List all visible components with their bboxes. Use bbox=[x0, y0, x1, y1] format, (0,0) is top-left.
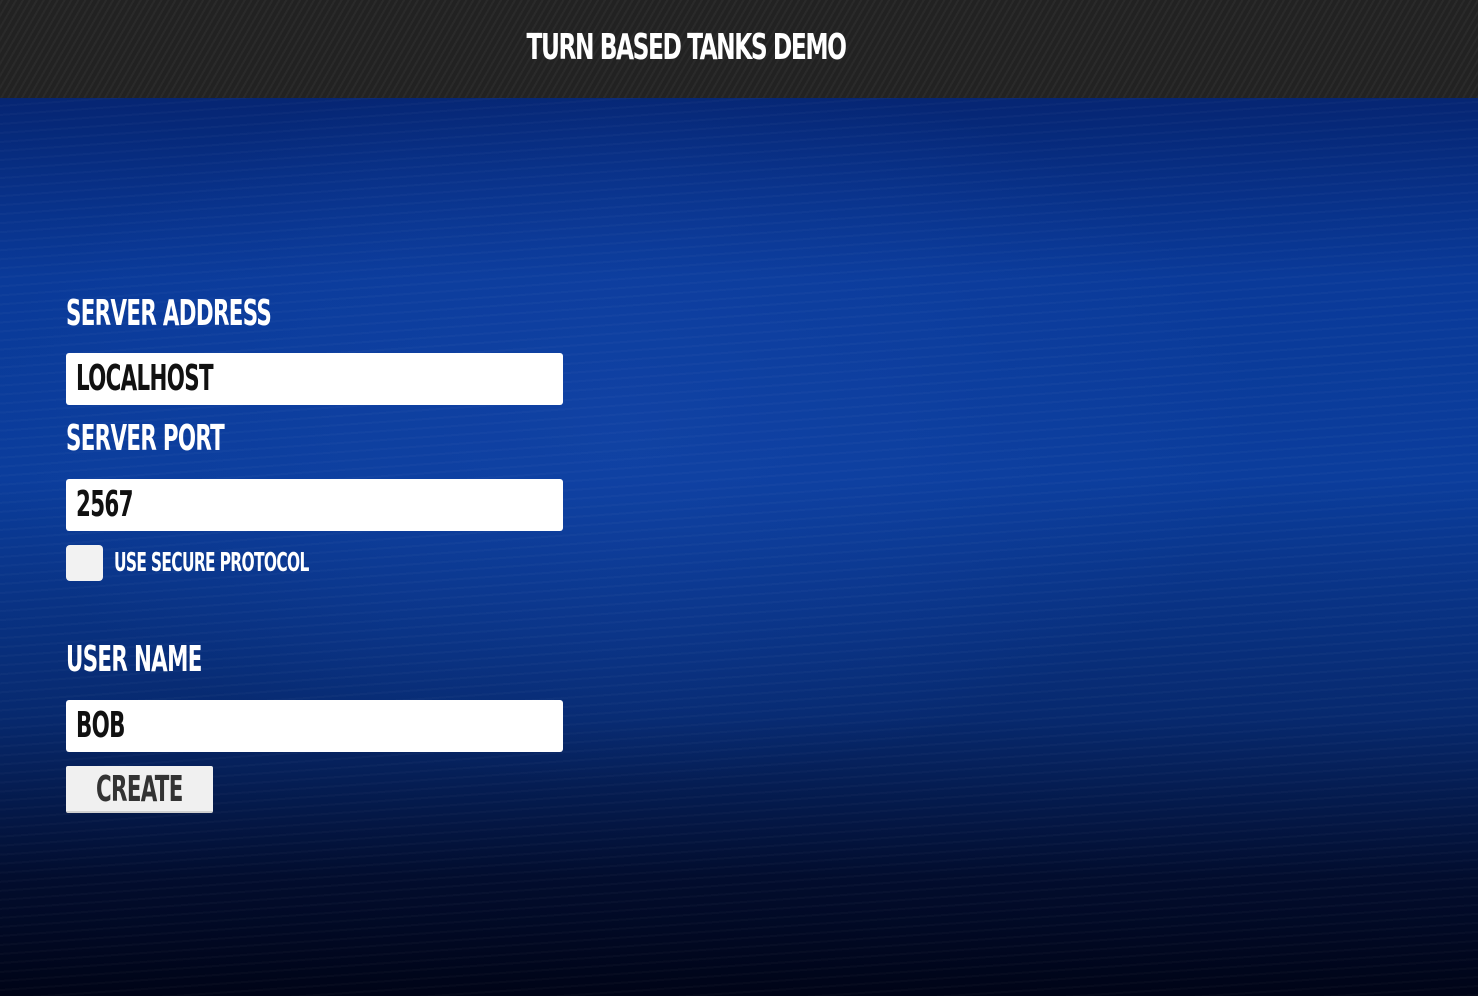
server-port-label: SERVER PORT bbox=[66, 418, 225, 459]
server-address-label: SERVER ADDRESS bbox=[66, 293, 272, 334]
user-name-input[interactable]: BOB bbox=[66, 700, 563, 752]
secure-protocol-checkbox[interactable] bbox=[66, 545, 103, 581]
create-button[interactable]: CREATE bbox=[66, 766, 213, 813]
server-address-input[interactable]: LOCALHOST bbox=[66, 353, 563, 405]
secure-protocol-label[interactable]: USE SECURE PROTOCOL bbox=[114, 548, 309, 578]
create-button-label: CREATE bbox=[95, 769, 183, 810]
lobby-screen: TURN BASED TANKS DEMO SERVER ADDRESS LOC… bbox=[0, 0, 1478, 996]
server-port-value: 2567 bbox=[76, 484, 134, 525]
user-name-label: USER NAME bbox=[66, 639, 202, 680]
game-title: TURN BASED TANKS DEMO bbox=[526, 27, 846, 68]
header-bar: TURN BASED TANKS DEMO bbox=[0, 0, 1478, 98]
server-address-value: LOCALHOST bbox=[76, 358, 214, 399]
server-port-input[interactable]: 2567 bbox=[66, 479, 563, 531]
user-name-value: BOB bbox=[76, 705, 125, 746]
